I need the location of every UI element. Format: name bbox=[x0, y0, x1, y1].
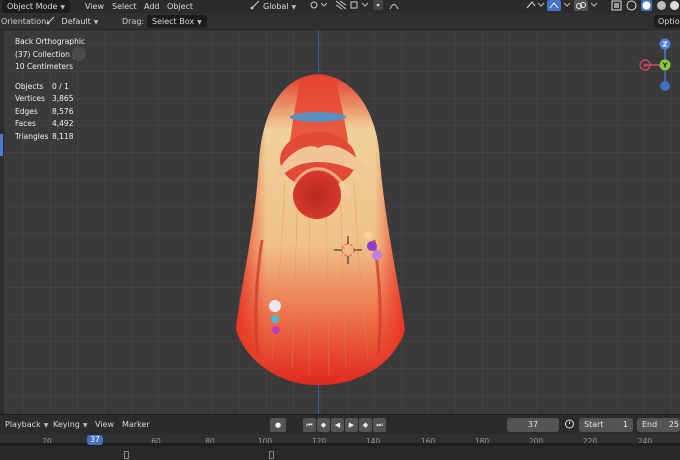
stat-value: 4,492 bbox=[52, 119, 74, 128]
end-value: 25 bbox=[668, 420, 679, 429]
hair-model[interactable] bbox=[0, 30, 680, 414]
options-dropdown[interactable]: Option bbox=[654, 15, 680, 28]
stat-value: 8,576 bbox=[52, 106, 74, 116]
timeline-header: Playback ▼ Keying ▼ View Marker ● ⏮ ◆ ◀ ▶ … bbox=[0, 414, 680, 434]
stopwatch-icon[interactable] bbox=[564, 418, 575, 432]
chevron-down-icon: ▼ bbox=[197, 19, 202, 26]
record-icon[interactable]: ● bbox=[270, 418, 286, 432]
menu-label: Keying bbox=[53, 420, 80, 429]
navigation-gizmo[interactable]: Z × Y bbox=[636, 35, 680, 105]
gizmo-dropdown-icon[interactable] bbox=[563, 0, 571, 13]
stat-label: Edges bbox=[15, 106, 38, 116]
stat-row-vertices: Vertices 3,865 bbox=[15, 93, 85, 106]
menu-view[interactable]: View bbox=[85, 0, 104, 13]
mode-label: Object Mode bbox=[7, 2, 58, 11]
timeline-editor: Playback ▼ Keying ▼ View Marker ● ⏮ ◆ ◀ ▶ … bbox=[0, 414, 680, 460]
start-label: Start bbox=[584, 420, 604, 429]
timeline-scroll-area[interactable] bbox=[0, 446, 680, 460]
current-frame-field[interactable]: 37 bbox=[507, 418, 559, 432]
stat-row-objects: Objects 0 / 1 bbox=[15, 81, 85, 94]
tool-settings-bar: Orientation: Default ▼ Drag: Select Box ▼ … bbox=[0, 13, 680, 30]
proportional-edit-icon[interactable] bbox=[373, 0, 383, 13]
start-frame-field[interactable]: Start 1 bbox=[579, 418, 633, 432]
stat-value: 3,865 bbox=[52, 94, 74, 103]
visibility-icon[interactable] bbox=[526, 0, 545, 13]
menu-playback[interactable]: Playback ▼ bbox=[5, 418, 48, 432]
stat-row-triangles: Triangles 8,118 bbox=[15, 131, 85, 144]
overlay-drag-handle[interactable] bbox=[72, 47, 86, 61]
orientation-value: Default bbox=[61, 17, 91, 26]
drag-dropdown[interactable]: Select Box ▼ bbox=[147, 15, 207, 28]
transform-orientation-value: Global bbox=[263, 2, 289, 11]
stat-value: 8,118 bbox=[52, 131, 74, 141]
orientation-dropdown[interactable]: Default ▼ bbox=[46, 15, 98, 28]
menu-marker[interactable]: Marker bbox=[122, 418, 150, 432]
chevron-down-icon: ▼ bbox=[43, 422, 49, 429]
overlays-dropdown-icon[interactable] bbox=[590, 0, 598, 13]
menu-add[interactable]: Add bbox=[144, 0, 160, 13]
y-axis-label: Y bbox=[661, 62, 668, 70]
orientation-axis-icon bbox=[46, 16, 55, 25]
drag-label: Drag: bbox=[122, 17, 145, 26]
shading-rendered-icon[interactable] bbox=[669, 0, 680, 13]
jump-end-icon[interactable]: ⏭ bbox=[373, 418, 386, 432]
shading-wireframe-icon[interactable] bbox=[626, 0, 637, 13]
menu-keying[interactable]: Keying ▼ bbox=[53, 418, 88, 432]
transform-orientation-dropdown[interactable]: Global ▼ bbox=[263, 0, 296, 13]
playhead-frame-indicator[interactable]: 37 bbox=[87, 435, 103, 445]
falloff-icon[interactable] bbox=[389, 0, 399, 13]
stat-value: 0 / 1 bbox=[52, 81, 69, 91]
drag-value: Select Box bbox=[152, 17, 195, 26]
snap-icon[interactable] bbox=[335, 0, 347, 13]
play-icon[interactable]: ▶ bbox=[345, 418, 358, 432]
chevron-down-icon: ▼ bbox=[93, 19, 99, 26]
scroll-handle-left[interactable] bbox=[124, 451, 129, 459]
orientation-icon bbox=[250, 0, 260, 13]
overlays-icon[interactable] bbox=[574, 0, 588, 13]
stat-label: Vertices bbox=[15, 94, 45, 103]
jump-keyframe-forward-icon[interactable]: ◆ bbox=[359, 418, 372, 432]
x-axis-glyph: × bbox=[642, 62, 648, 70]
menu-object[interactable]: Object bbox=[167, 0, 193, 13]
view-name: Back Orthographic bbox=[15, 37, 86, 46]
snap-settings-icon[interactable] bbox=[350, 0, 369, 13]
chevron-down-icon: ▼ bbox=[82, 422, 88, 429]
orientation-label: Orientation: bbox=[1, 17, 49, 26]
menu-select[interactable]: Select bbox=[112, 0, 137, 13]
stat-row-faces: Faces 4,492 bbox=[15, 118, 85, 131]
3d-viewport[interactable]: Back Orthographic (37) Collection | 10 C… bbox=[0, 30, 680, 414]
stat-label: Faces bbox=[15, 119, 36, 128]
shading-material-icon[interactable] bbox=[656, 0, 667, 13]
start-value: 1 bbox=[622, 420, 628, 429]
end-frame-field[interactable]: End 25 bbox=[637, 418, 680, 432]
z-axis-label: Z bbox=[662, 41, 667, 49]
shading-solid-icon[interactable] bbox=[641, 0, 652, 13]
scroll-handle-right[interactable] bbox=[269, 451, 274, 459]
menu-timeline-view[interactable]: View bbox=[95, 418, 114, 432]
gizmo-toggle-icon[interactable] bbox=[547, 0, 561, 13]
viewport-header: Object Mode ▼ View Select Add Object Glob… bbox=[0, 0, 680, 13]
stat-row-edges: Edges 8,576 bbox=[15, 106, 85, 119]
jump-start-icon[interactable]: ⏮ bbox=[303, 418, 316, 432]
stat-label: Triangles bbox=[15, 131, 49, 141]
stat-label: Objects bbox=[15, 81, 44, 91]
neg-z-axis-icon[interactable] bbox=[660, 81, 670, 91]
jump-keyframe-back-icon[interactable]: ◆ bbox=[317, 418, 330, 432]
end-label: End bbox=[642, 420, 658, 429]
play-reverse-icon[interactable]: ◀ bbox=[331, 418, 344, 432]
xray-icon[interactable] bbox=[611, 0, 622, 13]
pivot-icon[interactable] bbox=[309, 0, 328, 13]
mode-selector[interactable]: Object Mode ▼ bbox=[2, 0, 71, 13]
menu-label: Playback bbox=[5, 420, 41, 429]
grid-scale: 10 Centimeters bbox=[15, 62, 74, 71]
